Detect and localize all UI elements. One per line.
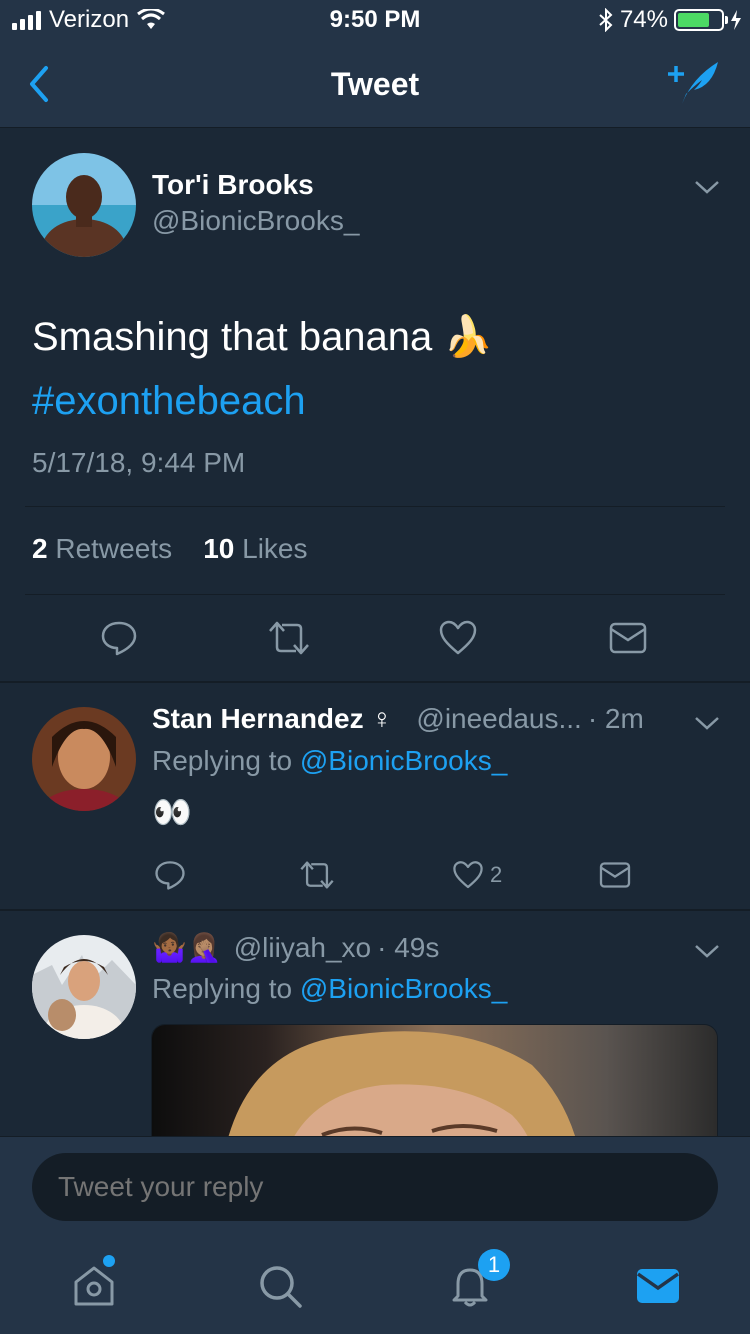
tweet-body: Smashing that banana 🍌 bbox=[32, 315, 494, 359]
avatar[interactable] bbox=[32, 153, 136, 257]
page-title: Tweet bbox=[330, 66, 420, 102]
divider bbox=[25, 506, 725, 507]
battery-percent: 74% bbox=[619, 6, 668, 33]
heart-icon[interactable] bbox=[452, 859, 484, 891]
main-tweet: Tor'i Brooks @BionicBrooks_ Smashing tha… bbox=[0, 129, 750, 683]
reply-input[interactable] bbox=[32, 1153, 718, 1221]
reply-icon[interactable] bbox=[154, 859, 186, 891]
tab-bar bbox=[0, 1234, 750, 1334]
avatar[interactable] bbox=[32, 707, 136, 811]
likes-stat[interactable]: 10 Likes bbox=[203, 533, 307, 564]
retweet-icon[interactable] bbox=[266, 619, 312, 657]
likes-count: 10 bbox=[203, 533, 235, 564]
likes-label: Likes bbox=[234, 533, 308, 564]
bluetooth-icon bbox=[599, 8, 613, 32]
search-icon[interactable] bbox=[256, 1262, 304, 1310]
envelope-icon[interactable] bbox=[598, 861, 632, 889]
reply-author-name[interactable]: Stan Hernandez ♀ bbox=[152, 703, 392, 735]
tweet-text: Smashing that banana 🍌 #exonthebeach bbox=[32, 305, 493, 433]
replying-prefix: Replying to bbox=[152, 973, 300, 1004]
reply-header: 🤷🏾‍♀️🤦🏽‍♀️ @liiyah_xo · 49s bbox=[152, 931, 439, 964]
battery-icon bbox=[674, 9, 728, 31]
tweet-stats: 2 Retweets 10 Likes bbox=[32, 533, 308, 565]
nav-bar: Tweet bbox=[0, 40, 750, 128]
status-bar: Verizon 9:50 PM 74% bbox=[0, 0, 750, 40]
reply-time: · 49s bbox=[377, 931, 440, 963]
retweet-icon[interactable] bbox=[298, 859, 336, 891]
reply-composer bbox=[0, 1136, 750, 1234]
charging-icon bbox=[731, 10, 741, 30]
envelope-icon[interactable] bbox=[608, 621, 648, 655]
retweets-stat[interactable]: 2 Retweets bbox=[32, 533, 172, 564]
messages-icon[interactable] bbox=[634, 1262, 682, 1310]
chevron-down-icon[interactable] bbox=[694, 943, 720, 959]
reply-tweet[interactable]: Stan Hernandez ♀ @ineedaus... · 2m Reply… bbox=[0, 685, 750, 911]
reply-header: Stan Hernandez ♀ @ineedaus... · 2m bbox=[152, 703, 644, 735]
gif-image bbox=[152, 1025, 717, 1136]
replying-to-link[interactable]: @BionicBrooks_ bbox=[300, 745, 507, 776]
status-right: 74% bbox=[598, 6, 742, 34]
reply-time: · 2m bbox=[587, 703, 644, 734]
reply-tweet[interactable]: 🤷🏾‍♀️🤦🏽‍♀️ @liiyah_xo · 49s Replying to … bbox=[0, 913, 750, 1136]
chevron-down-icon[interactable] bbox=[694, 179, 720, 195]
replying-to-link[interactable]: @BionicBrooks_ bbox=[300, 973, 507, 1004]
reply-author-handle[interactable]: @liiyah_xo bbox=[234, 932, 371, 964]
reply-icon[interactable] bbox=[100, 619, 138, 657]
replying-to: Replying to @BionicBrooks_ bbox=[152, 745, 507, 777]
notifications-badge: 1 bbox=[478, 1249, 510, 1281]
divider bbox=[25, 594, 725, 595]
home-icon[interactable] bbox=[70, 1262, 118, 1310]
chevron-down-icon[interactable] bbox=[694, 715, 720, 731]
like-action[interactable]: 2 bbox=[452, 859, 502, 891]
hashtag-link[interactable]: #exonthebeach bbox=[32, 369, 493, 433]
replying-to: Replying to @BionicBrooks_ bbox=[152, 973, 507, 1005]
reply-text: 👀 bbox=[152, 794, 192, 830]
author-handle[interactable]: @BionicBrooks_ bbox=[152, 205, 359, 237]
compose-feather-icon[interactable] bbox=[668, 58, 722, 108]
like-count: 2 bbox=[490, 862, 503, 887]
reply-author-handle[interactable]: @ineedaus... bbox=[416, 703, 581, 735]
retweets-label: Retweets bbox=[47, 533, 173, 564]
reply-author-name[interactable]: 🤷🏾‍♀️🤦🏽‍♀️ bbox=[152, 931, 222, 964]
avatar[interactable] bbox=[32, 935, 136, 1039]
author-name[interactable]: Tor'i Brooks bbox=[152, 169, 314, 201]
media-preview[interactable] bbox=[151, 1024, 718, 1136]
heart-icon[interactable] bbox=[438, 619, 478, 657]
replying-prefix: Replying to bbox=[152, 745, 300, 776]
home-unread-dot bbox=[103, 1255, 115, 1267]
tweet-timestamp: 5/17/18, 9:44 PM bbox=[32, 447, 246, 478]
retweets-count: 2 bbox=[32, 533, 48, 564]
